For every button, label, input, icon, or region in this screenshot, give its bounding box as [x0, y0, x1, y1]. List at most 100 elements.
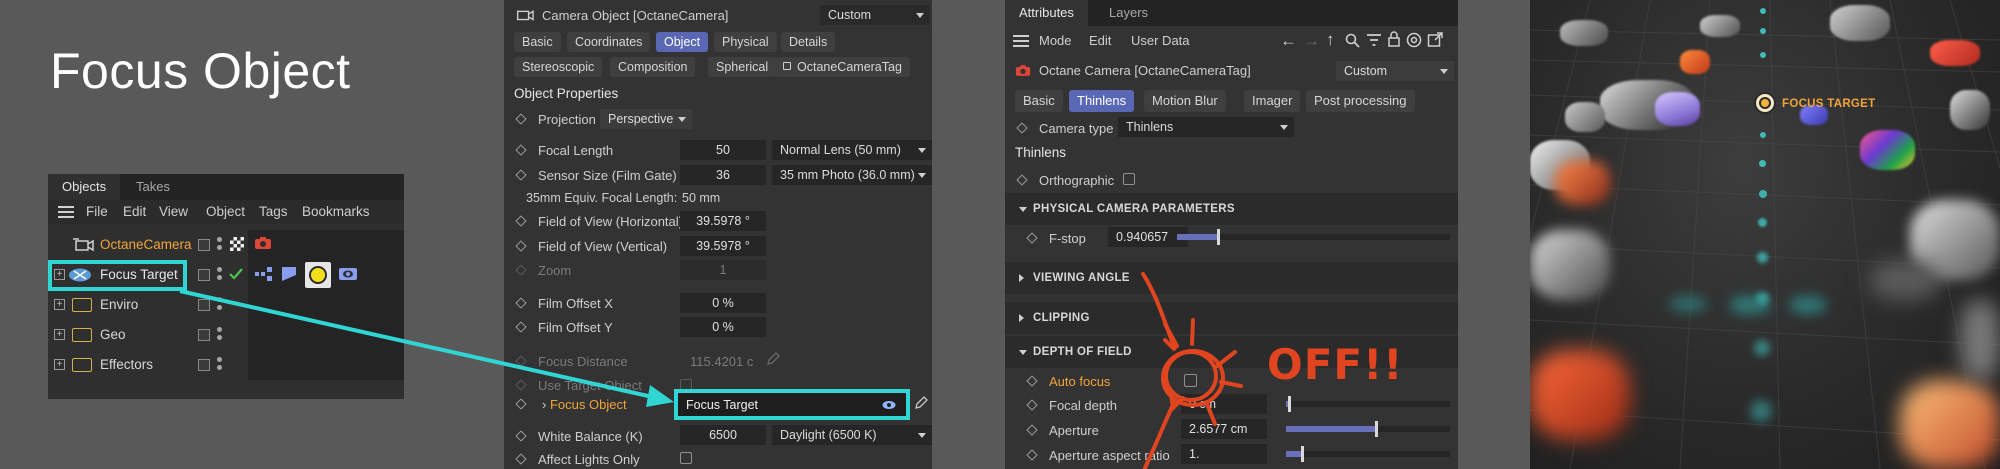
projection-dropdown[interactable]: Perspective [600, 109, 692, 129]
focal-length-preset[interactable]: Normal Lens (50 mm) [772, 140, 932, 160]
film-offset-x-field[interactable]: 0 % [680, 293, 766, 313]
expand-icon[interactable]: + [54, 299, 65, 310]
render-viewport[interactable]: FOCUS TARGET [1530, 0, 2000, 469]
edit-visibility-icon[interactable] [198, 359, 210, 371]
hamburger-menu-icon[interactable] [58, 206, 74, 218]
keyframe-icon[interactable] [515, 215, 527, 227]
keyframe-icon[interactable] [515, 321, 527, 333]
menu-tags[interactable]: Tags [259, 204, 288, 219]
menu-file[interactable]: File [86, 204, 108, 219]
edit-visibility-icon[interactable] [198, 269, 210, 281]
focus-target-marker-icon[interactable] [1754, 92, 1776, 114]
tab-details[interactable]: Details [781, 32, 836, 52]
render-dots-icon[interactable] [217, 357, 222, 371]
menu-edit[interactable]: Edit [1089, 33, 1111, 48]
tab-layers[interactable]: Layers [1095, 0, 1162, 26]
keyframe-icon[interactable] [1026, 449, 1038, 461]
eye-icon[interactable] [882, 399, 896, 411]
camera-type-dropdown[interactable]: Thinlens [1118, 117, 1294, 137]
slider-knob[interactable] [1301, 446, 1305, 462]
keyframe-icon[interactable] [1026, 399, 1038, 411]
keyframe-icon[interactable] [1016, 122, 1028, 134]
back-arrow-icon[interactable]: ← [1280, 31, 1297, 51]
up-arrow-icon[interactable]: ↑ [1326, 30, 1335, 50]
menu-edit[interactable]: Edit [123, 204, 146, 219]
fov-vertical-field[interactable]: 39.5978 ° [680, 236, 766, 256]
keyframe-icon[interactable] [515, 398, 527, 410]
affect-lights-checkbox[interactable] [680, 452, 692, 464]
mode-dropdown[interactable]: Custom [1336, 61, 1454, 81]
search-icon[interactable] [1345, 33, 1360, 48]
menu-bookmarks[interactable]: Bookmarks [302, 204, 370, 219]
keyframe-icon[interactable] [515, 453, 527, 465]
octane-camera-tag-icon[interactable] [254, 236, 272, 250]
keyframe-icon[interactable] [515, 240, 527, 252]
edit-visibility-icon[interactable] [198, 329, 210, 341]
tab-basic[interactable]: Basic [514, 32, 561, 52]
render-dots-icon[interactable] [217, 267, 222, 281]
film-offset-y-field[interactable]: 0 % [680, 317, 766, 337]
tab-composition[interactable]: Composition [610, 57, 696, 77]
render-dots-icon[interactable] [217, 237, 222, 251]
tab-attributes[interactable]: Attributes [1005, 0, 1088, 26]
keyframe-icon[interactable] [1026, 424, 1038, 436]
slider-knob[interactable] [1288, 396, 1292, 412]
tab-octanecameratag[interactable]: OctaneCameraTag [775, 57, 910, 77]
focus-object-link-field[interactable]: Focus Target [674, 389, 910, 420]
menu-mode[interactable]: Mode [1039, 33, 1072, 48]
forward-arrow-icon[interactable]: → [1303, 31, 1320, 51]
keyframe-icon[interactable] [1026, 232, 1038, 244]
aperture-slider[interactable] [1286, 421, 1450, 437]
tab-physical[interactable]: Physical [714, 32, 777, 52]
mode-dropdown[interactable]: Custom [820, 5, 930, 25]
expand-icon[interactable]: + [54, 359, 65, 370]
checkmark-icon[interactable] [228, 266, 244, 282]
sensor-size-field[interactable]: 36 [680, 165, 766, 185]
section-physical-camera[interactable]: PHYSICAL CAMERA PARAMETERS [1005, 193, 1458, 225]
fov-horizontal-field[interactable]: 39.5978 ° [680, 211, 766, 231]
eye-tag-icon[interactable] [338, 266, 358, 282]
tab-spherical[interactable]: Spherical [708, 57, 777, 77]
tab-takes[interactable]: Takes [122, 174, 184, 200]
keyframe-icon[interactable] [515, 144, 527, 156]
keyframe-icon[interactable] [515, 297, 527, 309]
chevron-right-icon[interactable]: › [542, 397, 546, 412]
keyframe-icon[interactable] [1016, 174, 1028, 186]
target-circle-icon[interactable] [1406, 32, 1422, 48]
subtab-motion-blur[interactable]: Motion Blur [1144, 90, 1226, 112]
focal-length-field[interactable]: 50 [680, 140, 766, 160]
tab-object[interactable]: Object [656, 32, 709, 52]
white-balance-preset[interactable]: Daylight (6500 K) [772, 425, 932, 445]
edit-visibility-icon[interactable] [198, 299, 210, 311]
edit-visibility-icon[interactable] [198, 239, 210, 251]
filter-icon[interactable] [1366, 33, 1382, 47]
slider-knob[interactable] [1216, 229, 1220, 245]
tab-objects[interactable]: Objects [48, 174, 121, 200]
slider-knob[interactable] [1375, 421, 1379, 437]
keyframe-icon[interactable] [515, 169, 527, 181]
checker-tag-icon[interactable] [230, 237, 244, 251]
expand-icon[interactable]: + [54, 329, 65, 340]
subtab-imager[interactable]: Imager [1244, 90, 1301, 112]
focal-depth-slider[interactable] [1286, 396, 1450, 412]
pick-pencil-icon[interactable] [914, 396, 928, 410]
subtab-thinlens[interactable]: Thinlens [1069, 90, 1135, 112]
tab-coordinates[interactable]: Coordinates [567, 32, 651, 52]
keyframe-icon[interactable] [1026, 375, 1038, 387]
subtab-basic[interactable]: Basic [1015, 90, 1063, 112]
fstop-slider[interactable] [1177, 229, 1450, 245]
fstop-field[interactable]: 0.940657 [1108, 227, 1188, 247]
dots-tag-icon[interactable] [254, 266, 274, 282]
hamburger-menu-icon[interactable] [1013, 35, 1029, 47]
aperture-ratio-slider[interactable] [1286, 446, 1450, 462]
white-balance-field[interactable]: 6500 [680, 425, 766, 445]
sensor-size-preset[interactable]: 35 mm Photo (36.0 mm) [772, 165, 932, 185]
lock-icon[interactable] [1387, 31, 1401, 47]
render-dots-icon[interactable] [217, 297, 222, 311]
flag-tag-icon[interactable] [280, 266, 298, 282]
keyframe-icon[interactable] [515, 430, 527, 442]
target-tag-icon[interactable] [305, 262, 331, 288]
menu-object[interactable]: Object [206, 204, 245, 219]
tab-stereoscopic[interactable]: Stereoscopic [514, 57, 603, 77]
menu-view[interactable]: View [159, 204, 188, 219]
